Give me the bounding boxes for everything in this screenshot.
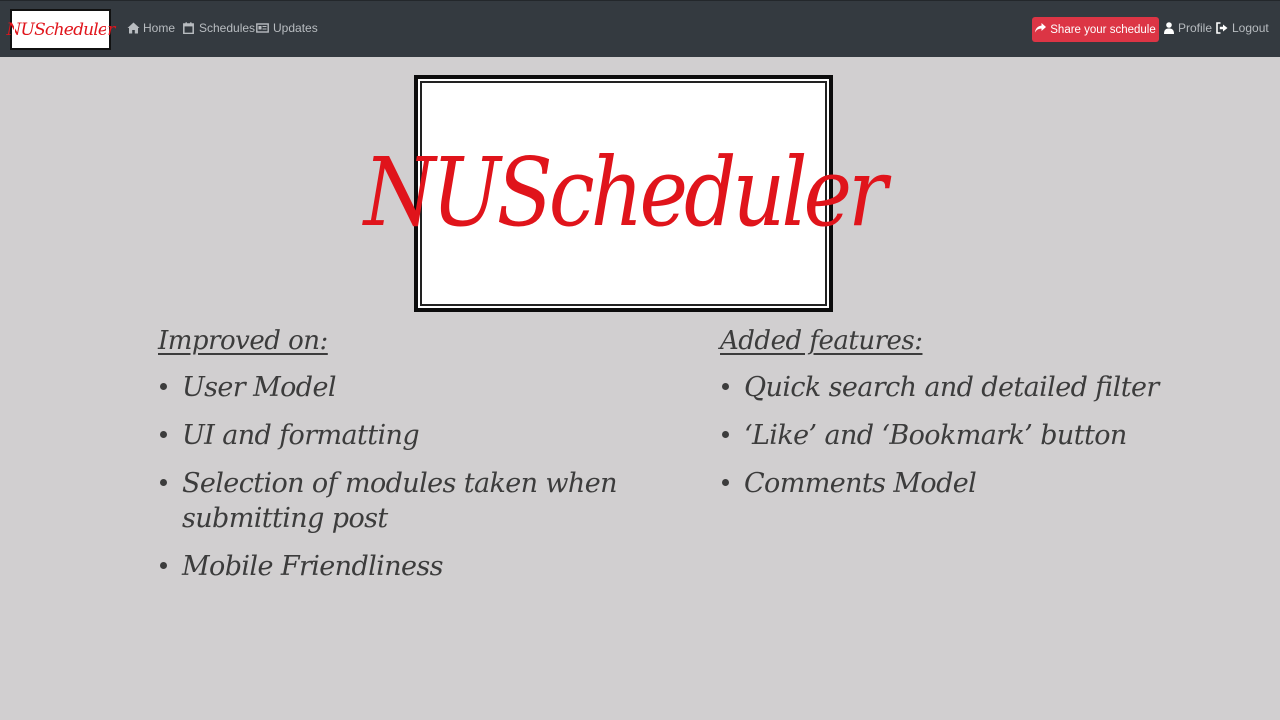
nav-updates-link[interactable]: Updates bbox=[256, 21, 318, 35]
share-icon bbox=[1035, 23, 1047, 36]
list-item: Mobile Friendliness bbox=[158, 549, 658, 584]
added-title: Added features: bbox=[720, 326, 923, 356]
list-item: Selection of modules taken when submitti… bbox=[158, 466, 658, 536]
added-section: Added features: Quick search and detaile… bbox=[720, 326, 1240, 514]
list-item: User Model bbox=[158, 370, 658, 405]
nav-profile-link[interactable]: Profile bbox=[1164, 21, 1212, 35]
home-icon bbox=[127, 22, 140, 34]
list-item: Quick search and detailed filter bbox=[720, 370, 1240, 405]
nav-updates-label: Updates bbox=[273, 21, 318, 35]
nav-home-link[interactable]: Home bbox=[127, 21, 175, 35]
nav-schedules-label: Schedules bbox=[199, 21, 256, 35]
list-item: UI and formatting bbox=[158, 418, 658, 453]
share-button-label: Share your schedule bbox=[1050, 23, 1156, 36]
newspaper-icon bbox=[256, 22, 269, 34]
improved-title: Improved on: bbox=[158, 326, 328, 356]
top-navbar: NUScheduler Home Schedules Updates Share… bbox=[0, 0, 1280, 57]
brand-text: NUScheduler bbox=[6, 19, 115, 40]
nav-logout-link[interactable]: Logout bbox=[1216, 21, 1269, 35]
user-icon bbox=[1164, 22, 1174, 34]
brand-logo[interactable]: NUScheduler bbox=[6, 9, 115, 50]
improved-section: Improved on: User Model UI and formattin… bbox=[158, 326, 658, 597]
nav-home-label: Home bbox=[143, 21, 176, 35]
main-logo-image: NUScheduler bbox=[364, 75, 887, 312]
nav-logout-label: Logout bbox=[1232, 21, 1269, 35]
list-item: ‘Like’ and ‘Bookmark’ button bbox=[720, 418, 1240, 453]
calendar-icon bbox=[183, 22, 195, 35]
share-schedule-button[interactable]: Share your schedule bbox=[1032, 17, 1159, 42]
nav-profile-label: Profile bbox=[1178, 21, 1213, 35]
list-item: Comments Model bbox=[720, 466, 1240, 501]
nav-schedules-link[interactable]: Schedules bbox=[183, 21, 255, 35]
main-logo-text: NUScheduler bbox=[363, 138, 888, 249]
added-list: Quick search and detailed filter ‘Like’ … bbox=[720, 370, 1240, 501]
improved-list: User Model UI and formatting Selection o… bbox=[158, 370, 658, 584]
sign-out-icon bbox=[1216, 22, 1228, 34]
